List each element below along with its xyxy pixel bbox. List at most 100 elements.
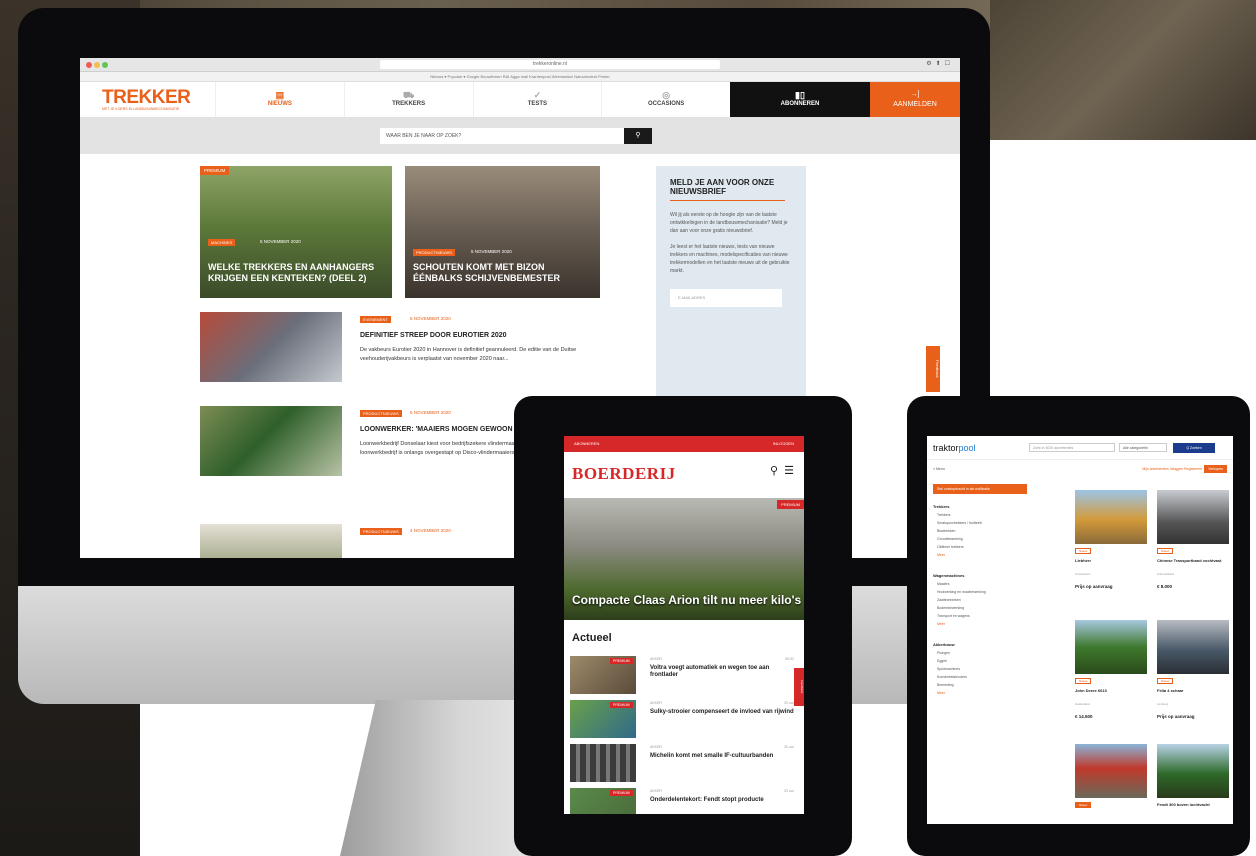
- search-button[interactable]: Q Zoeken: [1173, 442, 1215, 453]
- search-input[interactable]: WAAR BEN JE NAAR OP ZOEK?: [380, 128, 624, 144]
- hero-article[interactable]: PREMIUM Compacte Claas Arion tilt nu mee…: [564, 498, 804, 620]
- listing-card[interactable]: Nieuw John Deere 6610 Gelderland € 14.50…: [1069, 620, 1147, 732]
- login-link[interactable]: INLOGGEN: [773, 436, 794, 452]
- bookmarks-bar[interactable]: Nieuws ▾ Populair ▾ Google Bouwfirmen RA…: [80, 72, 960, 82]
- filter-item[interactable]: Grondbewerking: [933, 537, 1033, 541]
- search-button[interactable]: ⚲: [624, 128, 652, 144]
- article-row[interactable]: EVENEMENT 5 NOVEMBER 2020 DEFINITIEF STR…: [200, 312, 600, 386]
- filter-item[interactable]: Transport en wagens: [933, 614, 1033, 618]
- more-link[interactable]: Meer: [933, 553, 1033, 557]
- search-input[interactable]: Zoek in 5000 advertenties: [1029, 443, 1115, 452]
- filter-group[interactable]: Akkerbouw: [933, 642, 1033, 647]
- notification-button[interactable]: Stel zoekopdracht in als notificatie: [933, 484, 1027, 494]
- article-thumbnail: [200, 312, 342, 382]
- filter-item[interactable]: Ploegen: [933, 651, 1033, 655]
- more-link[interactable]: Meer: [933, 691, 1033, 695]
- hamburger-menu-icon[interactable]: ☰: [784, 465, 794, 477]
- filter-item[interactable]: Bemesting: [933, 683, 1033, 687]
- filter-group[interactable]: Trekkers: [933, 504, 1033, 509]
- card-title: WELKE TREKKERS EN AANHANGERS KRIJGEN EEN…: [208, 262, 375, 283]
- featured-card-kenteken[interactable]: PREMIUM MACHINES 5 NOVEMBER 2020 WELKE T…: [200, 166, 392, 298]
- list-item[interactable]: PREMIUM AKKER 09:32 Voltra voegt automat…: [570, 654, 804, 698]
- nav-nieuws[interactable]: ▤ NIEUWS: [215, 82, 344, 117]
- tag-icon: ◎: [662, 90, 671, 100]
- sell-button[interactable]: Verkopen: [1204, 465, 1227, 473]
- filter-item[interactable]: Spuitmachines: [933, 667, 1033, 671]
- article-title: DEFINITIEF STREEP DOOR EUROTIER 2020: [360, 332, 507, 339]
- filter-item[interactable]: Trekkers: [933, 513, 1033, 517]
- listing-image: [1075, 744, 1147, 798]
- filter-item[interactable]: Maaiers: [933, 582, 1033, 586]
- filter-item[interactable]: Bladtrekken: [933, 529, 1033, 533]
- premium-badge: PREMIUM: [610, 702, 633, 708]
- nav-trekkers[interactable]: ⛟ TREKKERS: [343, 82, 473, 117]
- premium-badge: PREMIUM: [777, 500, 804, 509]
- listing-image: [1075, 490, 1147, 544]
- email-field[interactable]: E-MAILADRES: [670, 289, 782, 307]
- more-link[interactable]: Meer: [933, 622, 1033, 626]
- listing-card[interactable]: Fendt 300 boven luchtvacht: [1151, 744, 1229, 824]
- listing-price: € 14.500: [1075, 714, 1093, 719]
- listing-tag: Nieuw: [1075, 548, 1092, 554]
- filter-item[interactable]: Kunstmeststrooiers: [933, 675, 1033, 679]
- listing-card[interactable]: Nieuw Chinese Transportband vochtvast Zu…: [1151, 490, 1229, 602]
- minimize-window-icon[interactable]: [94, 62, 100, 68]
- nav-occasions[interactable]: ◎ OCCASIONS: [601, 82, 730, 117]
- login-button[interactable]: →] AANMELDEN: [870, 82, 960, 117]
- subscribe-button[interactable]: ▮▯ ABONNEREN: [730, 82, 870, 117]
- feedback-tab[interactable]: Feedback: [794, 668, 804, 706]
- search-icon[interactable]: ⚲: [770, 465, 778, 477]
- listing-price: Prijs op aanvraag: [1157, 714, 1195, 719]
- newsletter-text-2: Je leest er het laatste nieuws, tests va…: [670, 244, 790, 274]
- premium-badge: PREMIUM: [610, 790, 633, 796]
- listing-location: Gelderland: [1075, 702, 1090, 706]
- filter-item[interactable]: Oldtimer trekkers: [933, 545, 1033, 549]
- boerderij-logo[interactable]: BOERDERIJ: [572, 464, 676, 484]
- listing-image: [1157, 744, 1229, 798]
- article-category: EVENEMENT: [360, 316, 391, 323]
- premium-badge: PREMIUM: [200, 166, 230, 175]
- listing-name: Fella 4 schaar: [1157, 688, 1184, 693]
- featured-card-schouten[interactable]: PRODUCTNIEUWS 5 NOVEMBER 2020 SCHOUTEN K…: [405, 166, 600, 298]
- boerderij-header: BOERDERIJ ⚲ ☰: [564, 452, 804, 498]
- feedback-tab[interactable]: Feedback: [926, 346, 940, 392]
- list-item[interactable]: PREMIUM AKKER 20 uur Sulky-strooier comp…: [570, 698, 804, 742]
- filter-item[interactable]: Eggen: [933, 659, 1033, 663]
- article-date: 5 NOVEMBER 2020: [410, 316, 451, 321]
- filter-item[interactable]: Hooiwerking en maaibewerking: [933, 590, 1033, 594]
- traktorpool-logo[interactable]: traktorpool: [933, 443, 1029, 453]
- list-item[interactable]: AKKER 20 uur Michelin komt met smalle IF…: [570, 742, 804, 786]
- account-links[interactable]: Mijn advertenties Inloggen Registreren: [1142, 467, 1202, 471]
- book-icon: ▮▯: [795, 90, 805, 100]
- listing-card[interactable]: Nieuw: [1069, 744, 1147, 824]
- filter-sidebar: Stel zoekopdracht in als notificatie Tre…: [933, 484, 1033, 695]
- listing-tag: Nieuw: [1075, 802, 1092, 808]
- article-category: AKKER: [650, 789, 662, 793]
- card-category-badge: MACHINES: [208, 239, 236, 246]
- tablet-traktorpool: traktorpool Zoek in 5000 advertenties Al…: [907, 396, 1250, 856]
- address-bar[interactable]: trekkeronline.nl: [380, 60, 720, 69]
- article-title: Voltra voegt automatiek en wegen toe aan…: [650, 665, 770, 678]
- filter-group[interactable]: Wagenmachines: [933, 573, 1033, 578]
- nav-tests[interactable]: ✓ TESTS: [472, 82, 602, 117]
- browser-actions[interactable]: ⚙⬆☐: [926, 60, 954, 67]
- tractor-icon: ⛟: [402, 90, 415, 100]
- card-date: 5 NOVEMBER 2020: [260, 239, 301, 244]
- close-window-icon[interactable]: [86, 62, 92, 68]
- tablet-boerderij: ABONNEREN INLOGGEN BOERDERIJ ⚲ ☰ PREMIUM…: [514, 396, 852, 856]
- listing-card[interactable]: Nieuw Liebherr Amsterdam Prijs op aanvra…: [1069, 490, 1147, 602]
- filter-item[interactable]: Smalspoortrekkers / fruitteelt: [933, 521, 1033, 525]
- trekker-logo[interactable]: TREKKER MET JE KOERS IN LANDBOUWMECHANIS…: [80, 82, 215, 117]
- card-category-badge: PRODUCTNIEUWS: [413, 249, 455, 256]
- filter-item[interactable]: Bodembewerking: [933, 606, 1033, 610]
- filter-item[interactable]: Zaaitechnieken: [933, 598, 1033, 602]
- maximize-window-icon[interactable]: [102, 62, 108, 68]
- listing-card[interactable]: Nieuw Fella 4 schaar Limburg Prijs op aa…: [1151, 620, 1229, 732]
- article-thumbnail: [200, 524, 342, 558]
- article-title: Michelin komt met smalle IF-cultuurbande…: [650, 753, 774, 759]
- category-select[interactable]: Alle categorieën: [1119, 443, 1167, 452]
- menu-button[interactable]: ≡ Menu: [933, 467, 945, 471]
- list-item[interactable]: PREMIUM AKKER 23 uur Onderdelentekort: F…: [570, 786, 804, 814]
- subscribe-link[interactable]: ABONNEREN: [574, 436, 599, 452]
- article-thumbnail: [200, 406, 342, 476]
